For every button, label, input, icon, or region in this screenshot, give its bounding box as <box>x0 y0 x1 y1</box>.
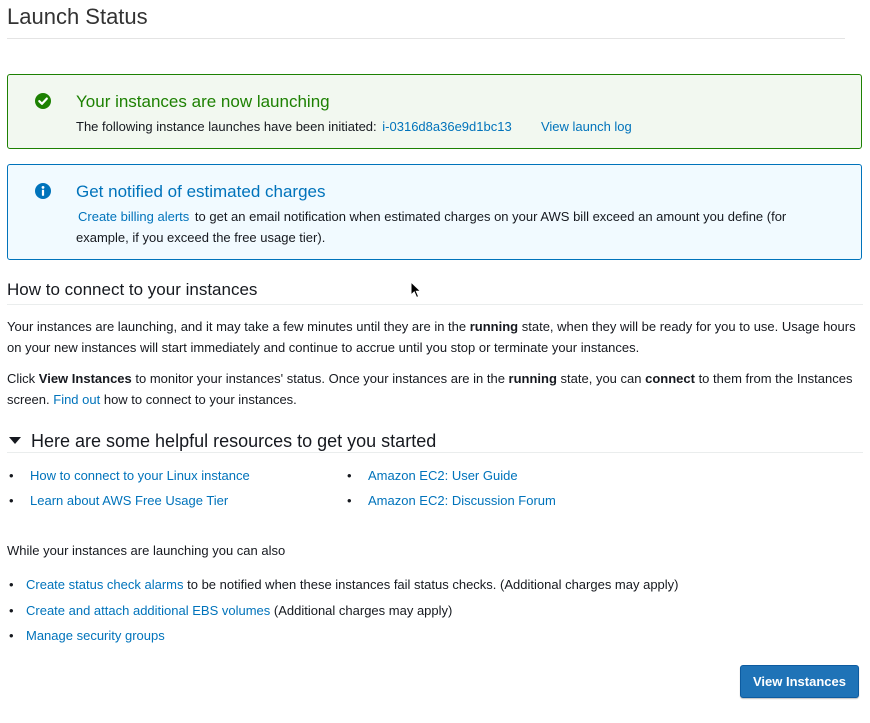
page-title: Launch Status <box>7 4 148 29</box>
free-tier-link[interactable]: Learn about AWS Free Usage Tier <box>30 493 228 508</box>
billing-info-alert: Get notified of estimated charges Create… <box>7 164 862 260</box>
info-circle-icon <box>35 183 51 199</box>
success-alert: Your instances are now launching The fol… <box>7 74 862 149</box>
discussion-forum-link[interactable]: Amazon EC2: Discussion Forum <box>368 493 556 508</box>
list-item: Amazon EC2: Discussion Forum <box>347 492 556 517</box>
view-instances-button[interactable]: View Instances <box>740 665 859 698</box>
billing-heading: Get notified of estimated charges <box>76 182 326 201</box>
section-divider <box>7 304 863 305</box>
view-instances-paragraph: Click View Instances to monitor your ins… <box>7 371 853 407</box>
ebs-volumes-link[interactable]: Create and attach additional EBS volumes <box>26 603 270 618</box>
while-launching-text: While your instances are launching you c… <box>7 543 286 558</box>
list-item: Create status check alarms to be notifie… <box>9 576 679 602</box>
success-heading: Your instances are now launching <box>76 92 330 111</box>
user-guide-link[interactable]: Amazon EC2: User Guide <box>368 468 518 483</box>
resources-divider <box>7 452 863 453</box>
list-item: How to connect to your Linux instance <box>9 467 250 492</box>
resources-list-left: How to connect to your Linux instance Le… <box>9 467 250 517</box>
security-groups-link[interactable]: Manage security groups <box>26 628 165 643</box>
linux-connect-link[interactable]: How to connect to your Linux instance <box>30 468 250 483</box>
list-item: Amazon EC2: User Guide <box>347 467 556 492</box>
launching-paragraph: Your instances are launching, and it may… <box>7 319 856 355</box>
connect-section-title: How to connect to your instances <box>7 280 258 299</box>
view-launch-log-link[interactable]: View launch log <box>541 119 632 134</box>
check-circle-icon <box>35 93 51 109</box>
status-check-alarms-link[interactable]: Create status check alarms <box>26 577 184 592</box>
resources-toggle[interactable]: Here are some helpful resources to get y… <box>9 431 436 452</box>
success-body: The following instance launches have bee… <box>76 116 841 137</box>
find-out-link[interactable]: Find out <box>53 392 100 407</box>
success-text: The following instance launches have bee… <box>76 119 377 134</box>
title-divider <box>7 38 845 39</box>
list-item: Create and attach additional EBS volumes… <box>9 602 679 628</box>
also-list: Create status check alarms to be notifie… <box>9 576 679 653</box>
caret-down-icon <box>9 437 21 445</box>
mouse-pointer-icon <box>410 281 422 299</box>
resources-title: Here are some helpful resources to get y… <box>31 431 437 451</box>
resources-list-right: Amazon EC2: User Guide Amazon EC2: Discu… <box>347 467 556 517</box>
list-item: Manage security groups <box>9 627 679 653</box>
list-item: Learn about AWS Free Usage Tier <box>9 492 250 517</box>
instance-id-link[interactable]: i-0316d8a36e9d1bc13 <box>382 119 511 134</box>
billing-body: Create billing alerts to get an email no… <box>76 206 841 248</box>
create-billing-alerts-link[interactable]: Create billing alerts <box>78 209 189 224</box>
